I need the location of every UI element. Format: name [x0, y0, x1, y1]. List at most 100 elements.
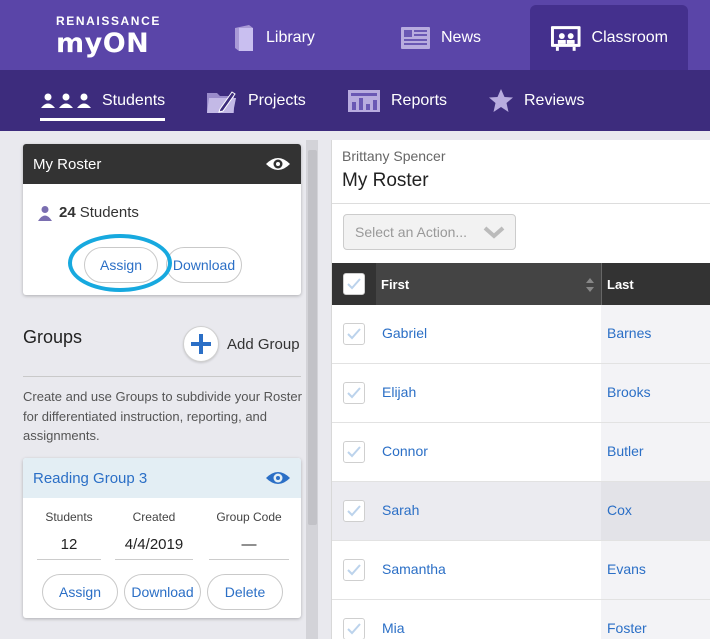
check-icon [347, 446, 361, 458]
top-nav: RENAISSANCE myON Library News Classroom [0, 0, 710, 70]
groups-description: Create and use Groups to subdivide your … [23, 389, 302, 443]
eye-icon[interactable] [265, 470, 291, 486]
row-checkbox[interactable] [343, 559, 365, 581]
student-last-name[interactable]: Cox [607, 502, 632, 518]
column-last[interactable]: Last [601, 263, 634, 305]
person-icon [38, 205, 52, 221]
column-first[interactable]: First [376, 263, 601, 305]
check-icon [347, 623, 361, 635]
chevron-down-icon [483, 226, 505, 239]
table-row[interactable]: Samantha Evans [332, 541, 710, 600]
logo-renaissance: RENAISSANCE [56, 14, 161, 28]
tab-library-label: Library [266, 28, 315, 46]
add-group-button[interactable]: Add Group [183, 326, 300, 362]
select-all-checkbox[interactable] [343, 273, 365, 295]
teacher-name: Brittany Spencer [342, 148, 446, 164]
table-header: First Last [332, 263, 710, 305]
action-select[interactable]: Select an Action... [343, 214, 516, 250]
sort-icon [586, 278, 594, 292]
row-checkbox[interactable] [343, 382, 365, 404]
student-first-name[interactable]: Elijah [382, 384, 416, 400]
left-scrollbar-thumb[interactable] [308, 150, 317, 525]
group-code-label: Group Code [216, 510, 282, 524]
group-delete-button[interactable]: Delete [207, 574, 283, 610]
roster-card-title: My Roster [33, 155, 102, 173]
group-code-col: Group Code — [209, 510, 289, 560]
table-row[interactable]: Sarah Cox [332, 482, 710, 541]
tab-news[interactable]: News [400, 5, 481, 70]
student-first-name[interactable]: Sarah [382, 502, 419, 518]
check-icon [347, 328, 361, 340]
assign-highlight-ring [68, 234, 172, 292]
myon-logo[interactable]: RENAISSANCE myON [56, 14, 161, 59]
groups-heading: Groups [23, 327, 83, 347]
subtab-projects-label: Projects [248, 91, 306, 109]
subtab-projects[interactable]: Projects [206, 70, 306, 131]
group-created-value: 4/4/2019 [115, 536, 193, 560]
student-last-name[interactable]: Foster [607, 620, 647, 636]
table-row[interactable]: Mia Foster [332, 600, 710, 639]
eye-icon[interactable] [265, 156, 291, 172]
roster-count-label: Students [79, 204, 139, 221]
tab-classroom-label: Classroom [591, 28, 668, 46]
check-icon [347, 387, 361, 399]
tab-news-label: News [441, 28, 482, 46]
roster-download-button[interactable]: Download [166, 247, 242, 283]
folder-pencil-icon [207, 90, 236, 113]
roster-student-count: 24 Students [37, 204, 139, 221]
group-code-value: — [209, 536, 289, 560]
row-checkbox[interactable] [343, 441, 365, 463]
tab-library[interactable]: Library [232, 5, 315, 70]
group-students-label: Students [45, 510, 93, 524]
subtab-reviews[interactable]: Reviews [488, 70, 584, 131]
student-last-name[interactable]: Barnes [607, 325, 651, 341]
subtab-reports-label: Reports [391, 91, 448, 109]
subtab-students[interactable]: Students [40, 70, 166, 131]
roster-title: My Roster [342, 170, 429, 191]
newspaper-icon [401, 26, 430, 49]
student-last-name[interactable]: Evans [607, 561, 646, 577]
student-first-name[interactable]: Gabriel [382, 325, 427, 341]
table-row[interactable]: Elijah Brooks [332, 364, 710, 423]
roster-card-header: My Roster [23, 144, 301, 184]
group-assign-button[interactable]: Assign [42, 574, 118, 610]
tab-classroom[interactable]: Classroom [530, 5, 688, 70]
student-first-name[interactable]: Samantha [382, 561, 446, 577]
check-icon [347, 278, 361, 290]
add-group-label: Add Group [227, 335, 300, 353]
table-row[interactable]: Gabriel Barnes [332, 305, 710, 364]
student-first-name[interactable]: Mia [382, 620, 405, 636]
roster-panel: Brittany Spencer My Roster Select an Act… [331, 140, 710, 639]
header-separator [332, 203, 710, 204]
action-select-placeholder: Select an Action... [355, 224, 468, 240]
check-icon [347, 564, 361, 576]
check-icon [347, 505, 361, 517]
sub-nav: Students Projects Reports Reviews [0, 70, 710, 131]
logo-myon: myON [56, 28, 150, 59]
plus-icon [183, 326, 219, 362]
group-students-col: Students 12 [37, 510, 101, 560]
group-created-col: Created 4/4/2019 [115, 510, 193, 560]
subtab-reports[interactable]: Reports [347, 70, 447, 131]
roster-count-value: 24 [59, 204, 76, 221]
groups-divider [23, 376, 301, 377]
students-icon [41, 93, 91, 108]
row-checkbox[interactable] [343, 500, 365, 522]
row-checkbox[interactable] [343, 323, 365, 345]
table-row[interactable]: Connor Butler [332, 423, 710, 482]
row-checkbox[interactable] [343, 618, 365, 639]
student-first-name[interactable]: Connor [382, 443, 428, 459]
group-card-header: Reading Group 3 [23, 458, 301, 498]
group-created-label: Created [132, 510, 176, 524]
column-first-label: First [381, 276, 410, 292]
classroom-board-icon [550, 25, 581, 51]
star-icon [489, 89, 513, 112]
report-chart-icon [348, 89, 380, 112]
group-download-button[interactable]: Download [124, 574, 201, 610]
column-last-label: Last [607, 276, 634, 292]
student-last-name[interactable]: Butler [607, 443, 644, 459]
subtab-students-label: Students [102, 91, 166, 109]
book-icon [235, 24, 253, 51]
student-last-name[interactable]: Brooks [607, 384, 651, 400]
group-name[interactable]: Reading Group 3 [33, 470, 147, 487]
